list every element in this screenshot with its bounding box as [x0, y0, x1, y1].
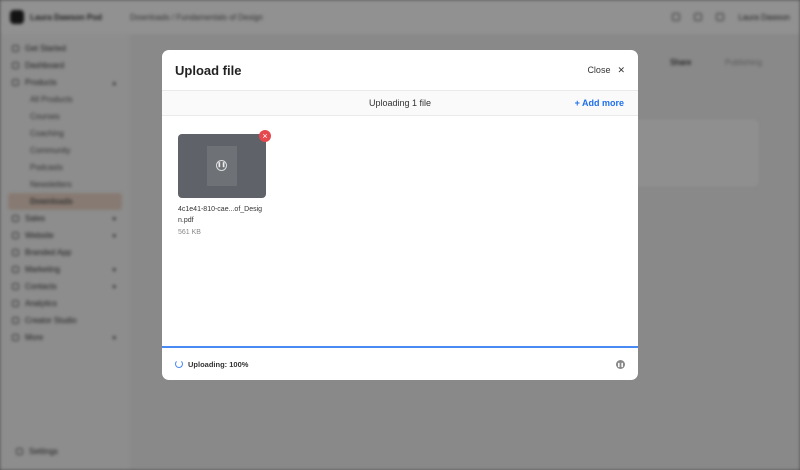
- close-button[interactable]: Close ✕: [587, 65, 625, 76]
- close-label: Close: [587, 65, 611, 75]
- spinner-icon: [175, 360, 183, 368]
- upload-status: Uploading 1 file: [368, 98, 432, 108]
- upload-progress-text: Uploading: 100%: [188, 359, 249, 369]
- upload-modal: Upload file Close ✕ Uploading 1 file + Ad…: [162, 50, 638, 380]
- modal-title: Upload file: [175, 62, 242, 78]
- upload-status-bar: Uploading 1 file + Add more: [162, 90, 638, 116]
- add-more-button[interactable]: + Add more: [575, 98, 624, 108]
- file-thumbnail: ❚❚ ×: [178, 130, 271, 198]
- upload-footer: Uploading: 100% ❚❚: [162, 346, 638, 380]
- close-icon: ✕: [617, 64, 625, 75]
- pause-all-button[interactable]: ❚❚: [616, 359, 625, 369]
- file-size: 561 KB: [178, 229, 201, 236]
- pause-icon[interactable]: ❚❚: [216, 160, 227, 171]
- remove-file-button[interactable]: ×: [259, 130, 271, 142]
- file-name: 4c1e41-810-cae...of_Design.pdf: [178, 206, 263, 224]
- file-item: ❚❚ × 4c1e41-810-cae...of_Design.pdf 561 …: [178, 130, 271, 236]
